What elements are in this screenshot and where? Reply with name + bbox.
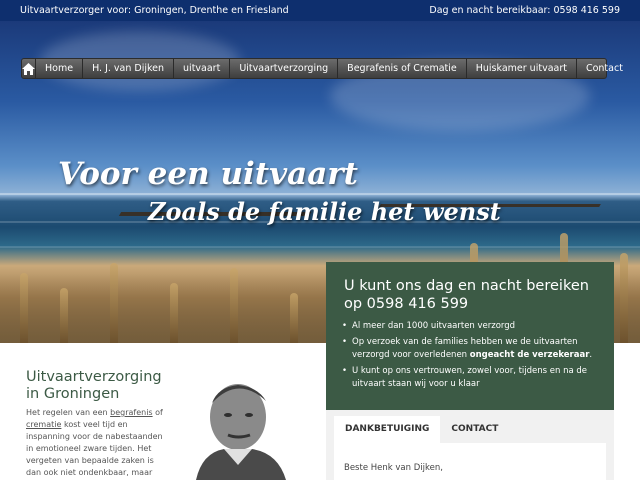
home-icon xyxy=(22,62,35,75)
grass-tuft xyxy=(20,273,28,343)
hero-slogan-line2: Zoals de familie het wenst xyxy=(148,197,501,226)
intro-text: of xyxy=(152,408,163,417)
top-info-bar: Uitvaartverzorger voor: Groningen, Drent… xyxy=(0,0,640,21)
grass-tuft xyxy=(110,263,118,343)
begrafenis-link[interactable]: begrafenis xyxy=(110,408,152,417)
grass-tuft xyxy=(230,268,238,343)
horizon-line xyxy=(0,193,640,195)
service-area-text: Uitvaartverzorger voor: Groningen, Drent… xyxy=(20,5,289,16)
nav-item-van-dijken[interactable]: H. J. van Dijken xyxy=(83,59,175,78)
testimonial-greeting: Beste Henk van Dijken, xyxy=(344,463,443,473)
nav-item-huiskamer-uitvaart[interactable]: Huiskamer uitvaart xyxy=(467,59,577,78)
nav-item-uitvaartverzorging[interactable]: Uitvaartverzorging xyxy=(230,59,339,78)
usp-item: Al meer dan 1000 uitvaarten verzorgd xyxy=(342,320,608,333)
tab-bar: DANKBETUIGING CONTACT xyxy=(334,416,509,443)
nav-item-home[interactable]: Home xyxy=(36,59,84,78)
intro-text: Het regelen van een xyxy=(26,408,111,417)
grass-tuft xyxy=(170,283,178,343)
phone-availability-text: Dag en nacht bereikbaar: 0598 416 599 xyxy=(429,5,620,16)
contact-heading: U kunt ons dag en nacht bereiken op 0598… xyxy=(344,278,589,312)
nav-item-begrafenis-crematie[interactable]: Begrafenis of Crematie xyxy=(338,59,467,78)
grass-tuft xyxy=(290,293,298,343)
usp-bold-text: ongeacht de verzekeraar xyxy=(469,350,590,360)
usp-text: U kunt op ons vertrouwen, zowel voor, ti… xyxy=(352,366,588,389)
grass-tuft xyxy=(620,253,628,343)
intro-text: kost veel tijd en inspanning voor de nab… xyxy=(26,420,163,477)
intro-paragraph: Het regelen van een begrafenis of cremat… xyxy=(26,407,166,480)
usp-list: Al meer dan 1000 uitvaarten verzorgd Op … xyxy=(342,320,608,394)
usp-text: Al meer dan 1000 uitvaarten verzorgd xyxy=(352,321,516,331)
contact-highlight-box: U kunt ons dag en nacht bereiken op 0598… xyxy=(326,262,614,410)
tab-content: Beste Henk van Dijken, xyxy=(334,443,606,480)
tab-dankbetuiging[interactable]: DANKBETUIGING xyxy=(334,416,441,443)
usp-item: Op verzoek van de families hebben we de … xyxy=(342,336,608,362)
wave-line xyxy=(0,246,640,248)
intro-title: Uitvaartverzorging in Groningen xyxy=(26,369,162,402)
portrait-image xyxy=(194,373,290,480)
nav-item-uitvaart[interactable]: uitvaart xyxy=(174,59,231,78)
main-navigation: Home H. J. van Dijken uitvaart Uitvaartv… xyxy=(21,58,623,79)
usp-text: . xyxy=(589,350,593,360)
tab-panel: DANKBETUIGING CONTACT Beste Henk van Dij… xyxy=(326,410,614,480)
grass-tuft xyxy=(60,288,68,343)
hero-slogan-line1: Voor een uitvaart xyxy=(58,156,358,192)
crematie-link[interactable]: crematie xyxy=(26,420,61,429)
nav-item-contact[interactable]: Contact xyxy=(577,59,632,78)
tab-contact[interactable]: CONTACT xyxy=(440,416,509,443)
usp-item: U kunt op ons vertrouwen, zowel voor, ti… xyxy=(342,365,608,391)
nav-item-home-icon[interactable] xyxy=(22,59,36,78)
portrait-photo xyxy=(194,373,290,480)
